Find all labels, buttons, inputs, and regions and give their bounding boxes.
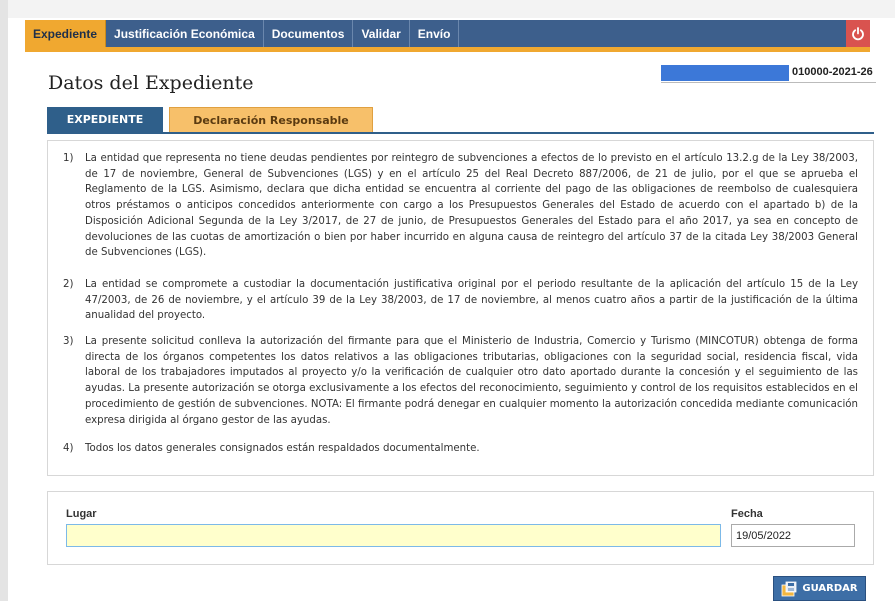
left-frame-rule bbox=[0, 0, 8, 601]
power-button[interactable] bbox=[846, 20, 870, 47]
expediente-redaction-bar bbox=[661, 65, 789, 81]
nav-tab-expediente[interactable]: Expediente bbox=[25, 20, 107, 47]
save-button[interactable]: GUARDAR bbox=[773, 576, 866, 601]
declaration-text: La entidad se compromete a custodiar la … bbox=[85, 279, 858, 322]
nav-tab-envio[interactable]: Envío bbox=[410, 20, 460, 47]
declaration-item-1: 1) La entidad que representa no tiene de… bbox=[63, 151, 858, 261]
fecha-label: Fecha bbox=[731, 508, 763, 520]
subtab-declaracion-responsable[interactable]: Declaración Responsable bbox=[169, 107, 373, 132]
expediente-underline bbox=[661, 82, 876, 83]
nav-tab-justificacion[interactable]: Justificación Económica bbox=[106, 20, 264, 47]
top-margin bbox=[8, 0, 895, 18]
nav-tab-documentos[interactable]: Documentos bbox=[264, 20, 354, 47]
declaration-item-3: 3) La presente solicitud conlleva la aut… bbox=[63, 334, 858, 428]
declaration-text: Todos los datos generales consignados es… bbox=[85, 443, 480, 454]
declaration-item-4: 4) Todos los datos generales consignados… bbox=[63, 441, 858, 457]
page-title: Datos del Expediente bbox=[48, 72, 254, 94]
declaration-number: 3) bbox=[63, 336, 74, 347]
lugar-label: Lugar bbox=[66, 508, 97, 520]
save-button-label: GUARDAR bbox=[802, 583, 858, 594]
save-icon bbox=[781, 581, 797, 596]
declaration-text: La entidad que representa no tiene deuda… bbox=[85, 153, 858, 259]
subtab-expediente[interactable]: EXPEDIENTE bbox=[47, 107, 163, 132]
declaration-number: 2) bbox=[63, 279, 74, 290]
nav-tab-validar[interactable]: Validar bbox=[353, 20, 410, 47]
fecha-input[interactable] bbox=[731, 524, 855, 547]
subtab-underline bbox=[47, 132, 874, 134]
declaration-number: 4) bbox=[63, 443, 74, 454]
nav-accent-bar bbox=[25, 47, 870, 52]
expediente-code: 010000-2021-26 bbox=[792, 66, 873, 78]
declaration-panel: 1) La entidad que representa no tiene de… bbox=[47, 140, 874, 476]
power-icon bbox=[852, 26, 864, 40]
lugar-input[interactable] bbox=[66, 524, 721, 547]
main-nav: Expediente Justificación Económica Docum… bbox=[25, 20, 870, 47]
declaration-item-2: 2) La entidad se compromete a custodiar … bbox=[63, 277, 858, 324]
declaration-text: La presente solicitud conlleva la autori… bbox=[85, 336, 858, 426]
declaration-number: 1) bbox=[63, 153, 74, 164]
